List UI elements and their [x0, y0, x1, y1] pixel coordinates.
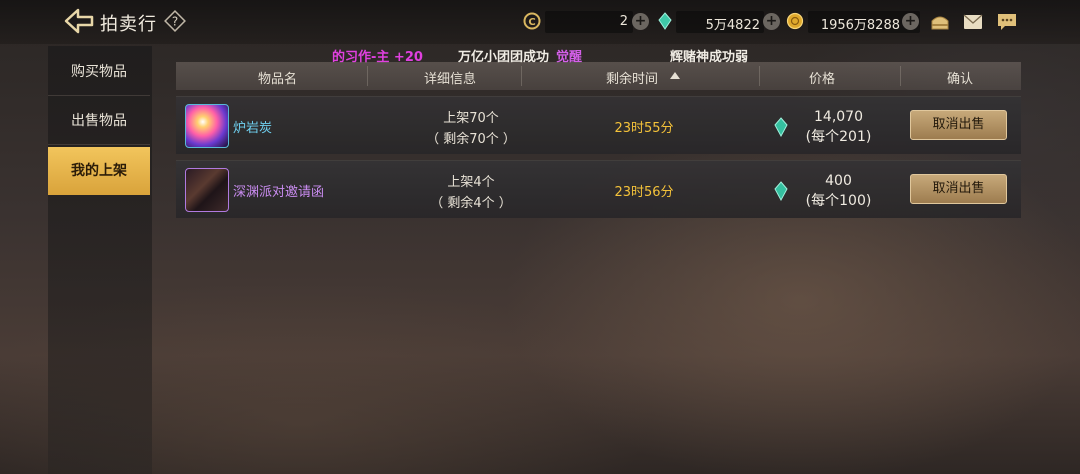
col-price: 价格 [809, 72, 836, 87]
coupon-icon: C [523, 12, 541, 30]
remaining-time: 23时56分 [614, 185, 674, 200]
sidebar-item-sell[interactable]: 出售物品 [48, 97, 150, 145]
cancel-sale-button[interactable]: 取消出售 [910, 110, 1007, 140]
sidebar-item-buy[interactable]: 购买物品 [48, 48, 150, 96]
table-row: 深渊派对邀请函 上架4个 （ 剩余4个 ） 23时56分 400 (每个100)… [176, 160, 1021, 218]
col-divider [367, 66, 368, 86]
remaining-count: （ 剩余4个 ） [430, 196, 512, 211]
cancel-sale-button[interactable]: 取消出售 [910, 174, 1007, 204]
page-title: 拍卖行 [100, 14, 157, 35]
back-arrow-icon[interactable] [64, 8, 94, 34]
crystal-icon [656, 12, 674, 30]
item-name: 深渊派对邀请函 [233, 185, 325, 200]
gold-coin-icon [786, 12, 804, 30]
col-divider [521, 66, 522, 86]
col-details: 详细信息 [424, 72, 477, 87]
unit-price: (每个201) [805, 129, 872, 145]
bag-icon[interactable] [929, 11, 951, 37]
lava-coal-orb-icon[interactable] [185, 104, 229, 148]
crystal-value: 5万4822 [705, 18, 760, 33]
total-price: 14,070 [814, 109, 863, 125]
table-header: 物品名 详细信息 剩余时间 价格 确认 [176, 62, 1021, 90]
listed-count: 上架4个 [447, 175, 495, 190]
sidebar-item-my-listings[interactable]: 我的上架 [48, 147, 150, 195]
sort-ascending-icon[interactable] [670, 72, 680, 79]
help-icon[interactable]: ? [164, 10, 186, 32]
col-confirm: 确认 [947, 72, 974, 87]
gold-value: 1956万8288 [820, 18, 900, 33]
remaining-count: （ 剩余70个 ） [426, 132, 516, 147]
unit-price: (每个100) [805, 193, 872, 209]
top-bar: 拍卖行 ? C 2 + 5万4822 + 1956万8288 + [0, 0, 1080, 44]
listed-count: 上架70个 [443, 111, 499, 126]
total-price: 400 [825, 173, 852, 189]
remaining-time: 23时55分 [614, 121, 674, 136]
svg-text:?: ? [172, 15, 178, 29]
add-coupon-button[interactable]: + [632, 13, 649, 30]
item-name: 炉岩炭 [233, 121, 273, 136]
sidebar: 购买物品 出售物品 我的上架 [48, 46, 152, 474]
mail-icon[interactable] [962, 11, 984, 37]
abyss-invitation-letter-icon[interactable] [185, 168, 229, 212]
col-divider [900, 66, 901, 86]
chat-icon[interactable] [996, 11, 1018, 37]
add-crystal-button[interactable]: + [763, 13, 780, 30]
col-divider [759, 66, 760, 86]
col-remaining-time[interactable]: 剩余时间 [606, 68, 658, 87]
svg-text:C: C [528, 17, 535, 28]
table-row: 炉岩炭 上架70个 （ 剩余70个 ） 23时55分 14,070 (每个201… [176, 96, 1021, 154]
col-item-name: 物品名 [258, 72, 298, 87]
coupon-value: 2 [619, 14, 628, 29]
add-gold-button[interactable]: + [902, 13, 919, 30]
